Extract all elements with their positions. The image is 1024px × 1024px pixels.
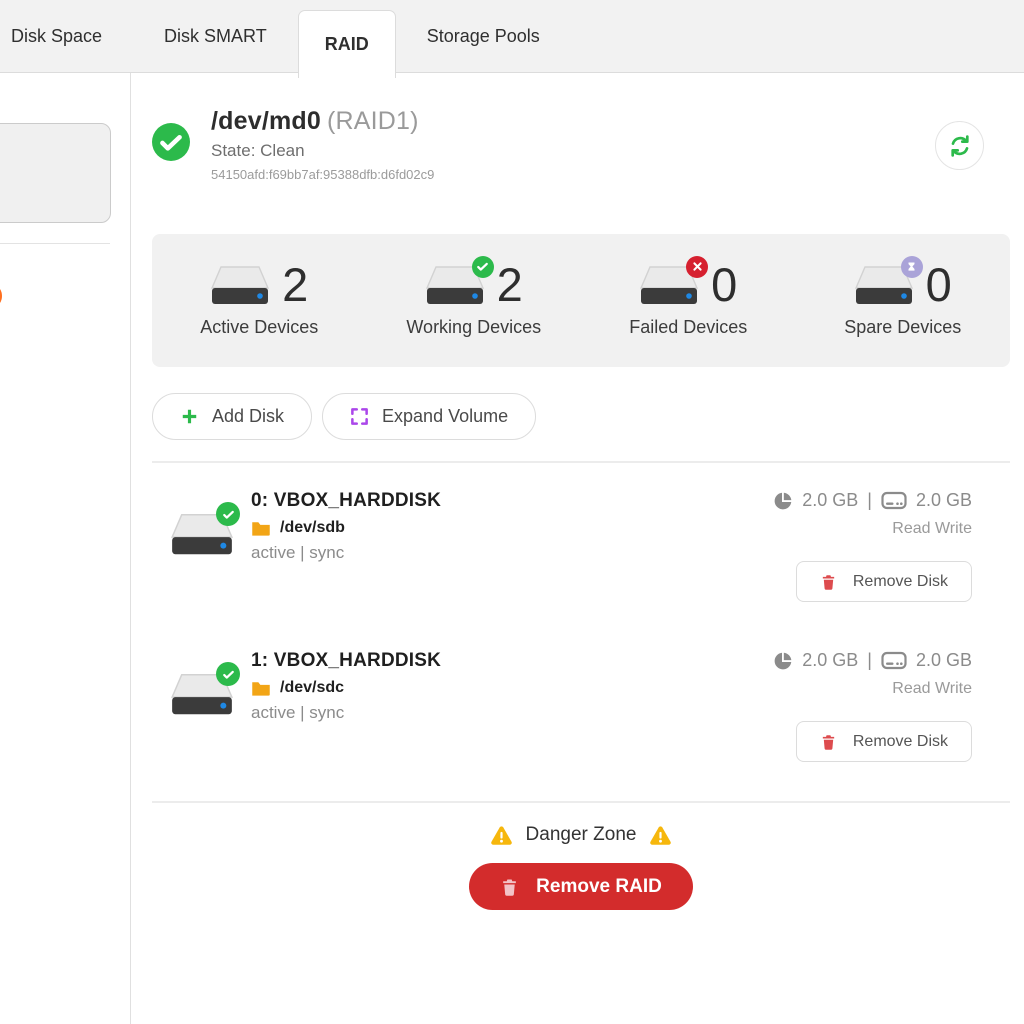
stat-label: Spare Devices — [844, 317, 961, 338]
drive-small-icon — [881, 651, 907, 670]
stat-label: Active Devices — [200, 317, 318, 338]
disk-row-1: 1: VBOX_HARDDISK /dev/sdc active | sync — [152, 623, 1010, 762]
stat-value: 0 — [711, 263, 737, 306]
remove-disk-label: Remove Disk — [853, 733, 948, 751]
hourglass-badge-icon — [901, 256, 923, 278]
disk-path: /dev/sdc — [280, 679, 344, 697]
warning-icon — [490, 825, 513, 846]
expand-icon — [350, 407, 369, 426]
remove-disk-button-0[interactable]: Remove Disk — [796, 561, 972, 602]
remove-raid-button[interactable]: Remove RAID — [469, 863, 693, 910]
disk-path: /dev/sdb — [280, 519, 345, 537]
disk-total: 2.0 GB — [916, 490, 972, 511]
remove-disk-label: Remove Disk — [853, 573, 948, 591]
disk-icon — [170, 672, 234, 718]
refresh-icon — [948, 134, 972, 158]
danger-zone-title-row: Danger Zone — [490, 824, 673, 846]
stat-active-devices: 2 Active Devices — [152, 263, 367, 337]
raid-header-text: /dev/md0(RAID1) State: Clean 54150afd:f6… — [211, 107, 434, 182]
add-disk-label: Add Disk — [212, 406, 284, 427]
expand-volume-button[interactable]: Expand Volume — [322, 393, 536, 440]
disk-capacity-line: 2.0 GB | 2.0 GB — [773, 490, 972, 511]
trash-icon — [820, 733, 837, 751]
disk-meta: 2.0 GB | 2.0 GB Read Write Remove — [773, 650, 1010, 762]
divider — [152, 801, 1010, 803]
cross-badge-icon — [686, 256, 708, 278]
danger-zone-title: Danger Zone — [526, 824, 637, 846]
disk-status: active | sync — [251, 543, 441, 563]
raid-management-page: Disk Space Disk SMART RAID Storage Pools… — [0, 0, 1024, 1024]
disk-icon — [170, 512, 234, 558]
danger-zone: Danger Zone Remove RAID — [152, 824, 1010, 910]
raid-stats-panel: 2 Active Devices 2 Working Devices — [152, 234, 1010, 367]
folder-icon — [251, 520, 271, 537]
trash-icon — [500, 877, 519, 897]
raid-detail-panel: /dev/md0(RAID1) State: Clean 54150afd:f6… — [131, 73, 1024, 1024]
tab-disk-smart[interactable]: Disk SMART — [133, 0, 298, 72]
drive-icon — [639, 265, 699, 307]
raid-device-title: /dev/md0(RAID1) — [211, 107, 434, 136]
check-badge-icon — [216, 502, 240, 526]
check-badge-icon — [472, 256, 494, 278]
sidebar-raid-card[interactable] — [0, 123, 111, 223]
disk-meta: 2.0 GB | 2.0 GB Read Write Remove — [773, 490, 1010, 602]
disk-title: 0: VBOX_HARDDISK — [251, 490, 441, 512]
disk-mode: Read Write — [892, 520, 972, 538]
tab-storage-pools[interactable]: Storage Pools — [396, 0, 571, 72]
stat-failed-devices: 0 Failed Devices — [581, 263, 796, 337]
disk-info: 1: VBOX_HARDDISK /dev/sdc active | sync — [251, 650, 441, 762]
stat-value: 2 — [282, 263, 308, 306]
remove-disk-button-1[interactable]: Remove Disk — [796, 721, 972, 762]
raid-level: (RAID1) — [327, 107, 419, 135]
raid-uuid: 54150afd:f69bb7af:95388dfb:d6fd02c9 — [211, 167, 434, 182]
drive-icon — [210, 265, 270, 307]
warning-icon — [649, 825, 672, 846]
add-disk-button[interactable]: Add Disk — [152, 393, 312, 440]
refresh-button[interactable] — [935, 121, 984, 170]
separator: | — [867, 490, 872, 511]
expand-volume-label: Expand Volume — [382, 406, 508, 427]
raid-state: State: Clean — [211, 141, 434, 161]
disk-total: 2.0 GB — [916, 650, 972, 671]
sidebar-orange-icon — [0, 283, 2, 309]
tab-disk-space[interactable]: Disk Space — [0, 0, 133, 72]
trash-icon — [820, 573, 837, 591]
raid-sidebar — [0, 73, 131, 1024]
disk-used: 2.0 GB — [802, 650, 858, 671]
raid-device-name: /dev/md0 — [211, 107, 321, 135]
raid-actions-row: Add Disk Expand Volume — [152, 393, 1010, 440]
stat-spare-devices: 0 Spare Devices — [796, 263, 1011, 337]
tab-raid[interactable]: RAID — [298, 10, 396, 78]
remove-raid-label: Remove RAID — [536, 876, 662, 898]
plus-icon — [180, 407, 199, 426]
disk-row-0: 0: VBOX_HARDDISK /dev/sdb active | sync — [152, 463, 1010, 623]
pie-chart-icon — [773, 651, 793, 671]
disk-path-row: /dev/sdc — [251, 679, 441, 697]
disk-used: 2.0 GB — [802, 490, 858, 511]
raid-header: /dev/md0(RAID1) State: Clean 54150afd:f6… — [152, 107, 1010, 182]
disk-info: 0: VBOX_HARDDISK /dev/sdb active | sync — [251, 490, 441, 602]
disk-path-row: /dev/sdb — [251, 519, 441, 537]
raid-status-ok-icon — [152, 123, 190, 161]
folder-icon — [251, 680, 271, 697]
storage-tab-bar: Disk Space Disk SMART RAID Storage Pools — [0, 0, 1024, 73]
disk-capacity-line: 2.0 GB | 2.0 GB — [773, 650, 972, 671]
stat-working-devices: 2 Working Devices — [367, 263, 582, 337]
check-badge-icon — [216, 662, 240, 686]
disk-title: 1: VBOX_HARDDISK — [251, 650, 441, 672]
stat-value: 2 — [497, 263, 523, 306]
drive-small-icon — [881, 491, 907, 510]
stat-value: 0 — [926, 263, 952, 306]
drive-icon — [854, 265, 914, 307]
disk-mode: Read Write — [892, 680, 972, 698]
stat-label: Failed Devices — [629, 317, 747, 338]
sidebar-divider — [0, 243, 110, 244]
pie-chart-icon — [773, 491, 793, 511]
stat-label: Working Devices — [406, 317, 541, 338]
disk-status: active | sync — [251, 703, 441, 723]
separator: | — [867, 650, 872, 671]
drive-icon — [425, 265, 485, 307]
